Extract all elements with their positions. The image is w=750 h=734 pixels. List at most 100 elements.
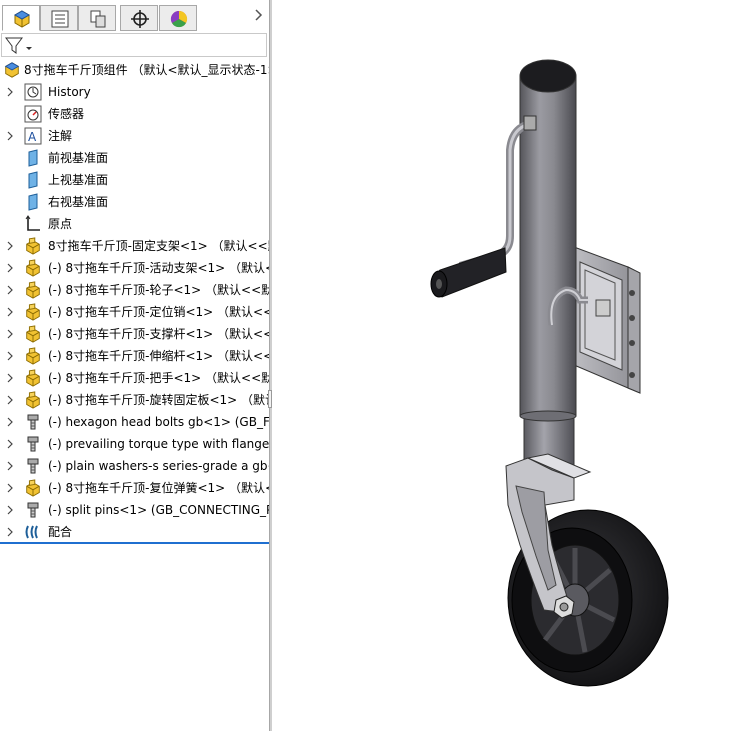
filter-icon [5, 37, 32, 54]
tree-item-label: (-) 8寸拖车千斤顶-活动支架<1> （默认<< [48, 261, 269, 275]
tree-item-label: History [48, 85, 91, 99]
manager-tabs [0, 0, 269, 31]
tree-item-label: 注解 [48, 129, 73, 143]
tree-item[interactable]: (-) 8寸拖车千斤顶-旋转固定板<1> （默认 [0, 389, 269, 411]
tree-item[interactable]: History [0, 81, 269, 103]
part-icon [24, 479, 42, 500]
tree-item-label: (-) 8寸拖车千斤顶-复位弹簧<1> （默认<< [48, 481, 269, 495]
assembly-cube-icon [13, 10, 31, 28]
expand-arrow-icon[interactable] [6, 130, 14, 144]
tree-item[interactable]: (-) split pins<1> (GB_CONNECTING_P [0, 499, 269, 521]
svg-text:A: A [28, 130, 37, 144]
mates-icon [24, 523, 42, 544]
root-assembly-label: 8寸拖车千斤顶组件 （默认<默认_显示状态-1> [24, 63, 269, 77]
tree-item-label: 前视基准面 [48, 151, 109, 165]
plane-icon [24, 193, 42, 214]
tree-item[interactable]: 上视基准面 [0, 169, 269, 191]
tree-item[interactable]: (-) 8寸拖车千斤顶-轮子<1> （默认<<默认 [0, 279, 269, 301]
tab-feature-manager[interactable] [2, 5, 40, 31]
annotation-icon: A [24, 127, 42, 148]
bolt-icon [24, 501, 42, 522]
tree-item[interactable]: (-) 8寸拖车千斤顶-复位弹簧<1> （默认<< [0, 477, 269, 499]
configuration-icon [90, 10, 106, 28]
jack-assembly-model [430, 59, 669, 687]
chevron-right-icon[interactable] [252, 8, 264, 22]
sensor-icon [24, 105, 42, 126]
tree-item-label: (-) hexagon head bolts gb<1> (GB_FA [48, 415, 269, 429]
tree-item[interactable]: (-) 8寸拖车千斤顶-伸缩杆<1> （默认<<默 [0, 345, 269, 367]
expand-arrow-icon[interactable] [6, 416, 14, 430]
tree-item[interactable]: 前视基准面 [0, 147, 269, 169]
part-icon [24, 259, 42, 280]
expand-arrow-icon[interactable] [6, 394, 14, 408]
tree-item[interactable]: A 注解 [0, 125, 269, 147]
part-icon [24, 303, 42, 324]
bolt-icon [24, 435, 42, 456]
color-wheel-icon [170, 10, 188, 28]
tree-end-divider [0, 542, 269, 544]
expand-arrow-icon[interactable] [6, 306, 14, 320]
tree-item[interactable]: 8寸拖车千斤顶-固定支架<1> （默认<<默 [0, 235, 269, 257]
tree-item[interactable]: (-) 8寸拖车千斤顶-定位销<1> （默认<<默 [0, 301, 269, 323]
bolt-icon [24, 457, 42, 478]
expand-arrow-icon[interactable] [6, 526, 14, 540]
bolt-icon [24, 413, 42, 434]
expand-arrow-icon[interactable] [6, 240, 14, 254]
expand-arrow-icon[interactable] [6, 460, 14, 474]
tab-configuration-manager[interactable] [78, 5, 116, 31]
property-list-icon [51, 10, 69, 28]
tree-item-label: (-) split pins<1> (GB_CONNECTING_P [48, 503, 269, 517]
part-icon [24, 281, 42, 302]
expand-arrow-icon[interactable] [6, 86, 14, 100]
expand-arrow-icon[interactable] [6, 328, 14, 342]
tree-item-label: (-) 8寸拖车千斤顶-支撑杆<1> （默认<<默 [48, 327, 269, 341]
tree-item-label: (-) prevailing torque type with flange g [48, 437, 269, 451]
crosshair-icon [131, 10, 149, 28]
part-icon [24, 391, 42, 412]
feature-manager-panel: 8寸拖车千斤顶组件 （默认<默认_显示状态-1> History 传感器 A 注解前视… [0, 0, 269, 731]
tree-item[interactable]: 配合 [0, 521, 269, 543]
tree-item[interactable]: (-) 8寸拖车千斤顶-支撑杆<1> （默认<<默 [0, 323, 269, 345]
expand-arrow-icon[interactable] [6, 284, 14, 298]
part-icon [24, 237, 42, 258]
tree-item[interactable]: 右视基准面 [0, 191, 269, 213]
part-icon [24, 325, 42, 346]
expand-arrow-icon[interactable] [6, 262, 14, 276]
tab-display-manager[interactable] [159, 5, 197, 31]
history-icon [24, 83, 42, 104]
expand-arrow-icon[interactable] [6, 350, 14, 364]
graphics-viewport[interactable] [272, 0, 750, 731]
tree-item[interactable]: (-) 8寸拖车千斤顶-活动支架<1> （默认<< [0, 257, 269, 279]
tree-item[interactable]: (-) prevailing torque type with flange g [0, 433, 269, 455]
tree-item-label: (-) 8寸拖车千斤顶-旋转固定板<1> （默认 [48, 393, 269, 407]
tree-item-label: (-) 8寸拖车千斤顶-把手<1> （默认<<默认 [48, 371, 269, 385]
tree-item-label: 8寸拖车千斤顶-固定支架<1> （默认<<默 [48, 239, 269, 253]
tree-item-label: (-) 8寸拖车千斤顶-定位销<1> （默认<<默 [48, 305, 269, 319]
tree-item-label: (-) 8寸拖车千斤顶-伸缩杆<1> （默认<<默 [48, 349, 269, 363]
tree-item-label: (-) 8寸拖车千斤顶-轮子<1> （默认<<默认 [48, 283, 269, 297]
filter-bar[interactable] [1, 33, 267, 57]
assembly-icon [4, 62, 20, 78]
expand-arrow-icon[interactable] [6, 482, 14, 496]
tree-item[interactable]: (-) hexagon head bolts gb<1> (GB_FA [0, 411, 269, 433]
tree-item-label: 传感器 [48, 107, 85, 121]
tree-item[interactable]: (-) 8寸拖车千斤顶-把手<1> （默认<<默认 [0, 367, 269, 389]
expand-arrow-icon[interactable] [6, 372, 14, 386]
tree-root-assembly[interactable]: 8寸拖车千斤顶组件 （默认<默认_显示状态-1> [0, 59, 269, 81]
tree-item-label: 配合 [48, 525, 73, 539]
origin-icon [24, 215, 42, 236]
tree-item[interactable]: (-) plain washers-s series-grade a gb< [0, 455, 269, 477]
tree-item-label: (-) plain washers-s series-grade a gb< [48, 459, 269, 473]
tab-property-manager[interactable] [40, 5, 78, 31]
expand-arrow-icon[interactable] [6, 504, 14, 518]
plane-icon [24, 171, 42, 192]
tree-item-label: 原点 [48, 217, 73, 231]
expand-arrow-icon[interactable] [6, 438, 14, 452]
plane-icon [24, 149, 42, 170]
tree-item-label: 上视基准面 [48, 173, 109, 187]
tab-dimxpert-manager[interactable] [120, 5, 158, 31]
tree-item[interactable]: 传感器 [0, 103, 269, 125]
part-icon [24, 347, 42, 368]
tree-item[interactable]: 原点 [0, 213, 269, 235]
part-icon [24, 369, 42, 390]
